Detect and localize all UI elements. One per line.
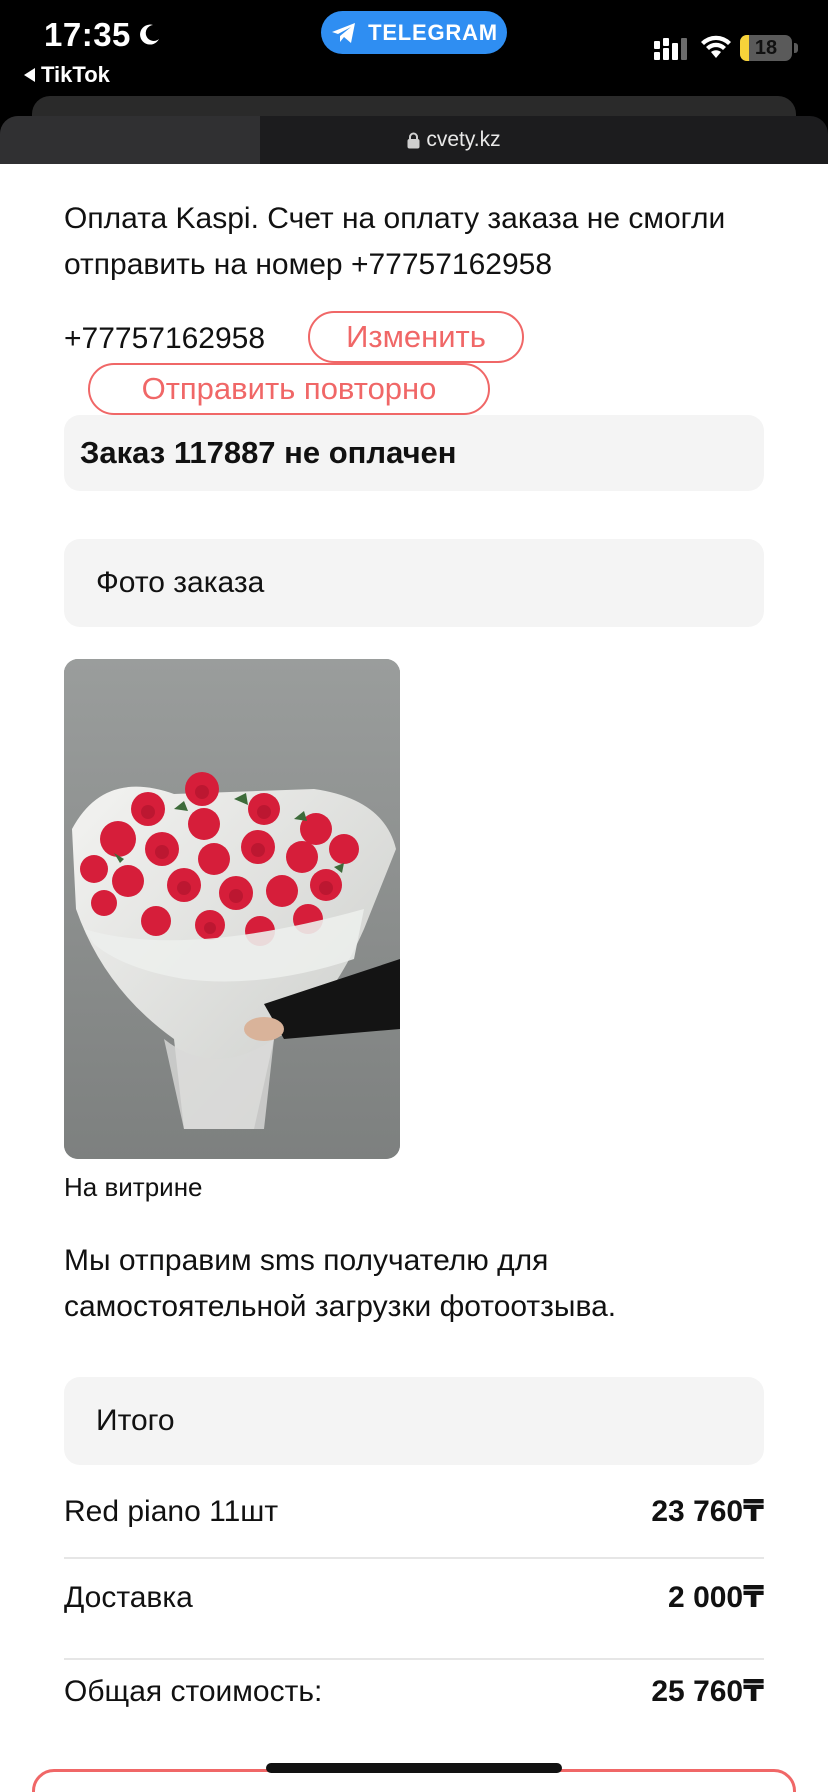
summary-value: 25 760₸ — [651, 1675, 764, 1708]
url-display[interactable]: cvety.kz — [0, 116, 828, 164]
divider — [64, 1658, 764, 1660]
order-photo[interactable] — [64, 659, 400, 1159]
back-arrow-icon — [24, 68, 35, 82]
browser-address-bar[interactable]: cvety.kz — [0, 116, 828, 164]
sms-note: Мы отправим sms получателю для самостоят… — [64, 1244, 617, 1323]
summary-label: Red piano 11шт — [64, 1494, 279, 1528]
summary-row-total: Общая стоимость: 25 760₸ — [64, 1674, 764, 1709]
summary-value: 23 760₸ — [651, 1495, 764, 1528]
summary-label: Общая стоимость: — [64, 1674, 323, 1708]
photo-caption: На витрине — [64, 1172, 203, 1202]
telegram-label: TELEGRAM — [368, 19, 498, 45]
summary-value: 2 000₸ — [668, 1581, 764, 1614]
back-to-app-link[interactable]: TikTok — [24, 62, 110, 88]
wifi-icon — [701, 35, 731, 58]
url-text: cvety.kz — [426, 128, 501, 151]
status-bar: 17:35 TikTok TELEGRAM 18 — [0, 0, 828, 100]
page-content: Оплата Kaspi. Счет на оплату заказа не с… — [0, 164, 828, 1792]
summary-label: Доставка — [64, 1580, 193, 1614]
telegram-pill[interactable]: TELEGRAM — [321, 11, 507, 54]
battery-icon: 18 — [740, 35, 792, 61]
moon-icon — [140, 24, 159, 45]
battery-nub — [794, 43, 798, 53]
order-status-banner: Заказ 117887 не оплачен — [64, 415, 764, 491]
lock-icon — [407, 132, 420, 148]
back-app-label: TikTok — [41, 62, 110, 87]
phone-number: +77757162958 — [64, 322, 266, 355]
home-indicator[interactable] — [266, 1763, 562, 1773]
payment-notice: Оплата Kaspi. Счет на оплату заказа не с… — [64, 202, 726, 281]
photo-section-header: Фото заказа — [64, 539, 764, 627]
status-time: 17:35 — [44, 16, 131, 53]
battery-level: 18 — [754, 37, 778, 59]
bouquet-image — [64, 659, 400, 1159]
summary-row-item: Red piano 11шт 23 760₸ — [64, 1494, 764, 1529]
summary-row-delivery: Доставка 2 000₸ — [64, 1580, 764, 1615]
total-section-header: Итого — [64, 1377, 764, 1465]
telegram-icon — [332, 22, 356, 43]
signal-icon — [654, 38, 687, 60]
resend-button[interactable]: Отправить повторно — [88, 363, 490, 415]
change-phone-button[interactable]: Изменить — [308, 311, 524, 363]
divider — [64, 1557, 764, 1559]
